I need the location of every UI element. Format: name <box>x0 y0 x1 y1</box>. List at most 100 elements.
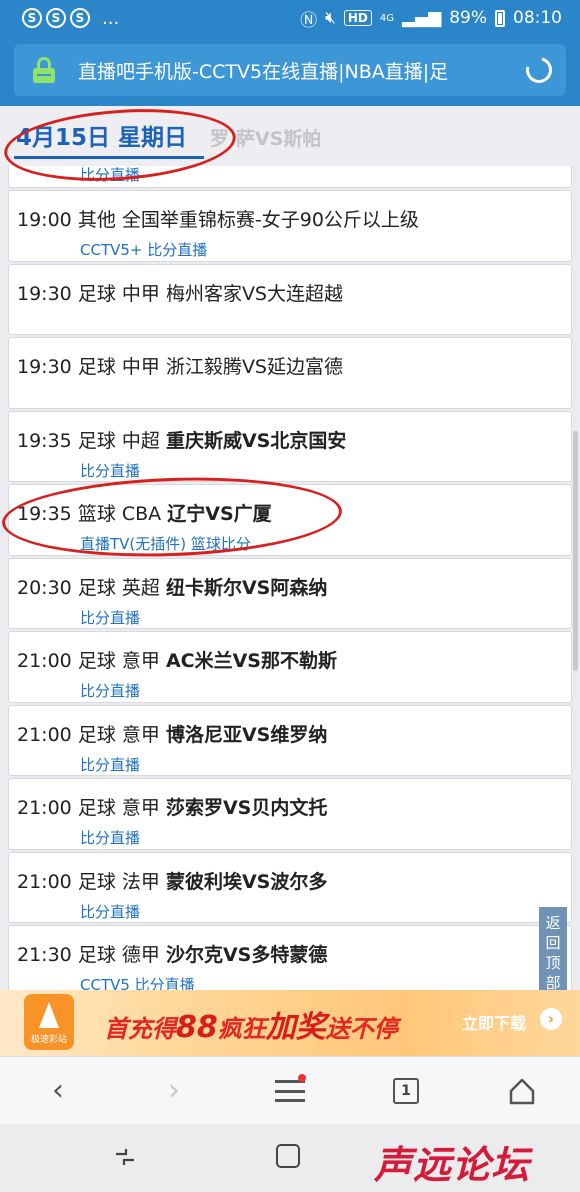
match-links[interactable]: CCTV5+ 比分直播 <box>80 239 207 260</box>
system-nav-bar: 声远论坛 <box>0 1124 580 1192</box>
match-sport: 足球 <box>77 429 116 452</box>
match-time: 21:30 <box>17 944 72 966</box>
match-sport: 其他 <box>77 209 116 231</box>
battery-icon <box>495 9 505 27</box>
mute-icon: 🔇︎ <box>325 8 336 28</box>
ad-banner[interactable]: 极速彩站 首充得88疯狂加奖送不停 立即下载 › <box>0 990 580 1056</box>
list-item[interactable]: 19:00 其他 全国举重锦标赛-女子90公斤以上级 CCTV5+ 比分直播 <box>8 190 572 262</box>
match-teams: 重庆斯威VS北京国安 <box>165 429 347 452</box>
app-notification-icon: S <box>46 8 66 28</box>
lock-icon <box>32 57 56 83</box>
nfc-icon: Ⓝ <box>300 10 318 31</box>
match-teams: 蒙彼利埃VS波尔多 <box>165 870 328 893</box>
match-league: 意甲 <box>121 797 160 819</box>
match-sport: 足球 <box>77 576 116 599</box>
match-league: 德甲 <box>121 944 160 966</box>
match-league: 全国举重锦标赛-女子90公斤以上级 <box>121 209 419 231</box>
address-bar[interactable]: 直播吧手机版-CCTV5在线直播|NBA直播|足 <box>14 44 566 96</box>
app-notification-icon: S <box>70 8 90 28</box>
more-notifications-indicator: ... <box>102 7 120 29</box>
ad-slogan: 首充得88疯狂加奖送不停 <box>104 1010 398 1045</box>
tabs-button[interactable]: 1 <box>376 1066 436 1116</box>
ad-app-logo: 极速彩站 <box>24 994 74 1050</box>
match-teams: 纽卡斯尔VS阿森纳 <box>165 576 328 599</box>
match-teams: 博洛尼亚VS维罗纳 <box>165 723 328 746</box>
match-sport: 足球 <box>77 723 116 746</box>
menu-button[interactable] <box>260 1066 320 1116</box>
match-sport: 篮球 <box>77 503 116 525</box>
match-sport: 足球 <box>77 797 116 819</box>
tabs-count: 1 <box>393 1077 419 1104</box>
match-teams: 梅州客家VS大连超越 <box>165 282 343 305</box>
hd-voice-badge: HD <box>343 10 372 26</box>
menu-icon <box>275 1079 305 1102</box>
match-time: 21:00 <box>17 723 72 746</box>
match-teams: 浙江毅腾VS延边富德 <box>165 356 343 378</box>
match-league: 意甲 <box>121 650 160 672</box>
scrollbar[interactable] <box>573 431 578 671</box>
recent-apps-icon[interactable] <box>114 1146 136 1168</box>
obscured-text: 萨VS斯帕 <box>236 128 322 150</box>
list-item[interactable]: 20:30 足球 英超 纽卡斯尔VS阿森纳 比分直播 <box>8 557 572 629</box>
match-links[interactable]: 比分直播 <box>80 827 140 848</box>
ad-download-button[interactable]: 立即下载 <box>462 1010 526 1034</box>
match-links[interactable]: 比分直播 <box>80 460 140 481</box>
notification-dot <box>298 1073 306 1082</box>
match-links[interactable]: 比分直播 <box>80 680 140 701</box>
match-league: CBA <box>121 503 162 525</box>
match-teams: 辽宁VS广厦 <box>167 503 272 525</box>
forum-watermark: 声远论坛 <box>374 1143 531 1187</box>
match-league: 英超 <box>121 576 160 599</box>
match-time: 19:35 <box>17 503 72 525</box>
system-home-button[interactable] <box>276 1144 300 1168</box>
chevron-right-icon[interactable]: › <box>540 1008 562 1030</box>
match-links[interactable]: 比分直播 <box>80 901 140 922</box>
battery-percent: 89% <box>449 8 487 28</box>
match-sport: 足球 <box>77 650 116 672</box>
reload-icon[interactable] <box>521 52 557 88</box>
back-button[interactable]: ‹ <box>28 1066 88 1116</box>
ad-logo-label: 极速彩站 <box>30 1035 67 1045</box>
browser-toolbar: 直播吧手机版-CCTV5在线直播|NBA直播|足 <box>0 36 580 106</box>
list-item[interactable]: 19:35 篮球 CBA 辽宁VS广厦 直播TV(无插件) 篮球比分 <box>8 484 572 556</box>
match-time: 21:00 <box>17 870 72 893</box>
list-item[interactable]: 21:30 足球 德甲 沙尔克VS多特蒙德 CCTV5 比分直播 <box>8 925 572 997</box>
match-time: 21:00 <box>17 797 72 819</box>
match-links[interactable]: 比分直播 <box>80 754 140 775</box>
clock: 08:10 <box>513 8 562 28</box>
status-bar: S S S ... Ⓝ 🔇︎ HD 4G ▂▄▆ 89% 08:10 <box>0 0 580 36</box>
list-item[interactable]: 19:35 足球 中超 重庆斯威VS北京国安 比分直播 <box>8 410 572 482</box>
list-item[interactable]: 21:00 足球 意甲 AC米兰VS那不勒斯 比分直播 <box>8 631 572 703</box>
match-time: 19:35 <box>17 429 72 452</box>
match-time: 19:00 <box>17 209 72 231</box>
match-links[interactable]: 比分直播 <box>80 607 140 628</box>
schedule-list: 比分直播 19:00 其他 全国举重锦标赛-女子90公斤以上级 CCTV5+ 比… <box>8 158 572 999</box>
list-item[interactable]: 19:30 足球 中甲 浙江毅腾VS延边富德 <box>8 337 572 409</box>
match-sport: 足球 <box>77 870 116 893</box>
match-time: 21:00 <box>17 650 72 672</box>
list-item[interactable]: 21:00 足球 法甲 蒙彼利埃VS波尔多 比分直播 <box>8 851 572 923</box>
list-item[interactable]: 21:00 足球 意甲 莎索罗VS贝内文托 比分直播 <box>8 778 572 850</box>
match-time: 20:30 <box>17 576 72 599</box>
obscured-text: 罗 <box>210 128 230 150</box>
match-time: 19:30 <box>17 356 72 378</box>
home-button[interactable] <box>492 1066 552 1116</box>
date-label[interactable]: 4月15日 星期日 <box>16 118 187 152</box>
signal-icon: ▂▄▆ <box>401 8 442 28</box>
match-sport: 足球 <box>77 944 116 966</box>
list-item[interactable]: 19:30 足球 中甲 梅州客家VS大连超越 <box>8 263 572 335</box>
match-links[interactable]: 直播TV(无插件) 篮球比分 <box>80 533 251 554</box>
home-icon <box>508 1077 536 1105</box>
match-league: 中超 <box>121 429 160 452</box>
app-notification-icon: S <box>22 8 42 28</box>
browser-bottom-nav: ‹ › 1 <box>0 1056 580 1124</box>
date-tab-underline <box>14 156 204 159</box>
match-sport: 足球 <box>77 282 116 305</box>
page-title[interactable]: 直播吧手机版-CCTV5在线直播|NBA直播|足 <box>78 57 514 84</box>
list-item[interactable]: 21:00 足球 意甲 博洛尼亚VS维罗纳 比分直播 <box>8 704 572 776</box>
match-time: 19:30 <box>17 282 72 305</box>
match-links[interactable]: 比分直播 <box>80 164 140 185</box>
forward-button[interactable]: › <box>144 1066 204 1116</box>
match-teams: 莎索罗VS贝内文托 <box>165 797 328 819</box>
back-to-top-button[interactable]: 返回顶部 <box>539 907 567 999</box>
